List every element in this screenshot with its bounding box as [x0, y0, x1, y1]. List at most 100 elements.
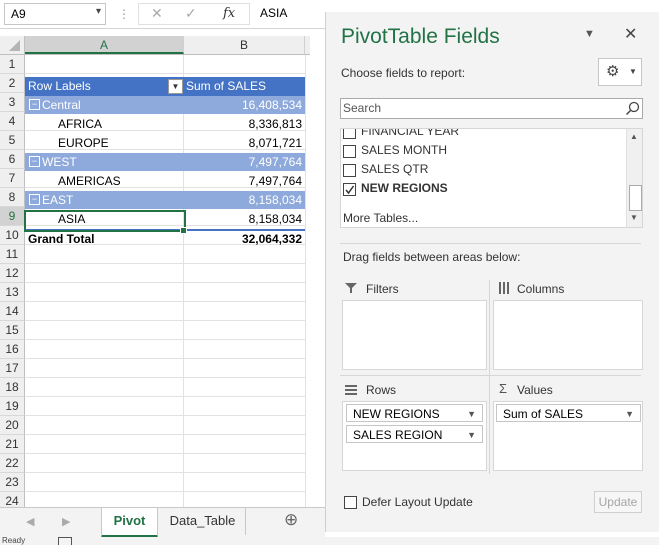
filter-icon [345, 283, 357, 293]
pivot-row-value: 7,497,764 [248, 155, 302, 169]
tools-button[interactable]: ⚙ ▼ [598, 58, 642, 86]
row-header[interactable]: 7 [0, 169, 25, 188]
row-header[interactable]: 18 [0, 378, 25, 397]
tab-data-table[interactable]: Data_Table [160, 508, 246, 535]
gear-icon: ⚙ [606, 63, 620, 80]
pivot-item-row[interactable]: AMERICAS 7,497,764 [25, 172, 305, 190]
grand-total-row[interactable]: Grand Total 32,064,332 [25, 229, 305, 249]
rows-field-chip[interactable]: SALES REGION ▼ [346, 425, 483, 443]
rows-icon [345, 385, 357, 395]
pivot-header-row: Row Labels ▼ Sum of SALES [25, 77, 305, 96]
columns-drop-zone[interactable] [493, 300, 643, 370]
vertical-dots-icon: ⋮ [118, 7, 130, 21]
pivot-item-row[interactable]: EUROPE 8,071,721 [25, 134, 305, 152]
scroll-up-icon[interactable]: ▲ [630, 132, 638, 141]
select-all-corner[interactable] [0, 36, 25, 55]
chevron-down-icon[interactable]: ▼ [467, 426, 476, 444]
row-labels-header: Row Labels [28, 79, 91, 93]
pane-options-icon[interactable]: ▼ [584, 28, 595, 40]
columns-area-label: Columns [517, 282, 565, 296]
chevron-down-icon[interactable]: ▼ [467, 405, 476, 423]
row-header[interactable]: 10 [0, 226, 25, 245]
row-header[interactable]: 21 [0, 435, 25, 454]
column-gridline [305, 55, 306, 507]
rows-field-label: NEW REGIONS [353, 407, 440, 421]
pivot-row-label: WEST [42, 155, 77, 169]
field-label[interactable]: NEW REGIONS [361, 181, 448, 195]
row-header[interactable]: 19 [0, 397, 25, 416]
tab-pivot[interactable]: Pivot [101, 508, 158, 538]
divider [340, 243, 641, 244]
cancel-icon[interactable]: ✕ [151, 5, 163, 22]
row-header[interactable]: 4 [0, 112, 25, 131]
rows-field-chip[interactable]: NEW REGIONS ▼ [346, 404, 483, 422]
field-checkbox[interactable] [343, 145, 356, 158]
pivot-row-value: 8,158,034 [248, 212, 302, 226]
collapse-icon[interactable]: − [29, 156, 40, 167]
pivot-item-row[interactable]: AFRICA 8,336,813 [25, 115, 305, 133]
scrollbar-thumb[interactable] [629, 185, 642, 211]
fill-handle[interactable] [180, 227, 187, 234]
field-label[interactable]: SALES QTR [361, 162, 428, 176]
formula-value: ASIA [260, 6, 288, 20]
pivot-group-row[interactable]: − EAST 8,158,034 [25, 191, 305, 209]
filter-dropdown-icon[interactable]: ▼ [168, 79, 183, 94]
tab-scroll-left-icon[interactable]: ◀ [26, 515, 34, 528]
defer-layout-checkbox[interactable] [344, 496, 357, 509]
more-tables-link[interactable]: More Tables... [343, 211, 418, 225]
enter-icon[interactable]: ✓ [185, 5, 197, 22]
filters-area-label: Filters [366, 282, 399, 296]
filters-drop-zone[interactable] [342, 300, 487, 370]
insert-function-icon[interactable]: fx [223, 6, 235, 21]
row-header[interactable]: 23 [0, 473, 25, 492]
row-header[interactable]: 12 [0, 264, 25, 283]
pivot-row-label: EAST [42, 193, 74, 207]
row-header[interactable]: 3 [0, 93, 25, 112]
field-label[interactable]: SALES MONTH [361, 143, 447, 157]
collapse-icon[interactable]: − [29, 99, 40, 110]
row-header[interactable]: 9 [0, 207, 25, 226]
values-field-chip[interactable]: Sum of SALES ▼ [496, 404, 641, 422]
active-cell[interactable] [24, 210, 186, 232]
row-header[interactable]: 2 [0, 74, 25, 93]
column-header-a[interactable]: A [25, 36, 184, 54]
chevron-down-icon[interactable]: ▼ [625, 405, 634, 423]
field-list: FINANCIAL YEAR SALES MONTH SALES QTR NEW RE… [340, 128, 643, 228]
row-header[interactable]: 14 [0, 302, 25, 321]
row-header[interactable]: 22 [0, 454, 25, 473]
chevron-down-icon[interactable]: ▾ [96, 6, 101, 17]
field-checkbox[interactable] [343, 183, 356, 196]
scroll-down-icon[interactable]: ▼ [630, 213, 638, 222]
field-checkbox[interactable] [343, 129, 356, 139]
row-header[interactable]: 8 [0, 188, 25, 207]
search-input[interactable]: Search [340, 98, 643, 119]
row-header[interactable]: 1 [0, 55, 25, 74]
field-list-scrollbar[interactable]: ▲ ▼ [626, 129, 642, 227]
name-box[interactable]: A9 ▾ [4, 3, 106, 25]
row-header[interactable]: 13 [0, 283, 25, 302]
row-header[interactable]: 5 [0, 131, 25, 150]
row-header[interactable]: 11 [0, 245, 25, 264]
field-label[interactable]: FINANCIAL YEAR [361, 129, 459, 138]
rows-area-label: Rows [366, 383, 397, 397]
formula-input[interactable]: ASIA [252, 3, 332, 23]
row-header[interactable]: 16 [0, 340, 25, 359]
select-all-icon [9, 40, 20, 51]
close-icon[interactable]: ✕ [624, 24, 637, 44]
pivot-row-label: EUROPE [58, 136, 109, 150]
pivot-group-row[interactable]: − WEST 7,497,764 [25, 153, 305, 171]
tab-scroll-right-icon[interactable]: ▶ [62, 515, 70, 528]
row-header[interactable]: 6 [0, 150, 25, 169]
field-checkbox[interactable] [343, 164, 356, 177]
column-header-b[interactable]: B [184, 36, 305, 54]
pivot-table: Row Labels ▼ Sum of SALES − Central 16,408… [24, 55, 305, 507]
row-header[interactable]: 15 [0, 321, 25, 340]
row-header[interactable]: 17 [0, 359, 25, 378]
update-button[interactable]: Update [594, 491, 642, 513]
macro-record-icon[interactable] [58, 537, 72, 545]
drag-hint: Drag fields between areas below: [343, 250, 521, 264]
row-header[interactable]: 20 [0, 416, 25, 435]
collapse-icon[interactable]: − [29, 194, 40, 205]
add-sheet-icon[interactable]: ⊕ [284, 510, 298, 530]
pivot-group-row[interactable]: − Central 16,408,534 [25, 96, 305, 114]
